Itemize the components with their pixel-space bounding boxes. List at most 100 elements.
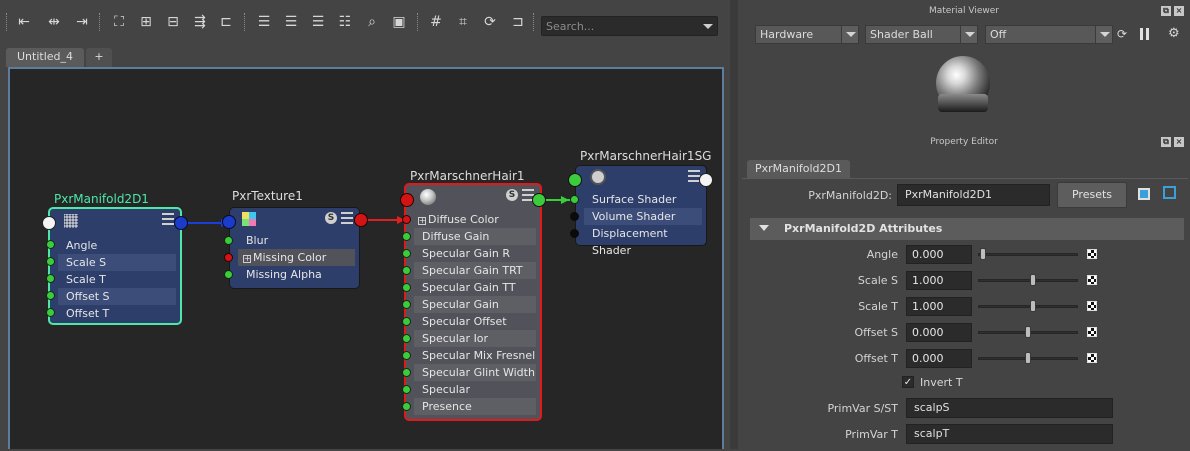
expand-icon[interactable]: + — [243, 255, 251, 263]
attr-diffuse-gain[interactable]: Diffuse Gain — [414, 228, 536, 245]
port-scale-t[interactable] — [46, 274, 55, 283]
port-specular-glint-width[interactable] — [402, 368, 411, 377]
attr-specular-gain-trt[interactable]: Specular Gain TRT — [414, 262, 536, 279]
output-port-texture[interactable] — [354, 213, 368, 227]
presets-button[interactable]: Presets — [1057, 182, 1127, 208]
node-hair[interactable]: S + Diffuse Color Diffuse Gain Specular G… — [404, 183, 542, 421]
primvar-t-field[interactable]: scalpT — [906, 424, 1113, 444]
port-specular-gain-r[interactable] — [402, 249, 411, 258]
scale-s-field[interactable]: 1.000 — [906, 271, 972, 290]
rearrange-graph-icon[interactable]: ⇶ — [190, 12, 210, 32]
attr-specular-mix-fresnel[interactable]: Specular Mix Fresnel — [414, 347, 536, 364]
attr-scale-s[interactable]: Scale S — [58, 254, 176, 271]
port-volume-shader[interactable] — [570, 212, 579, 221]
node-header[interactable] — [50, 209, 180, 231]
scale-t-slider[interactable] — [978, 305, 1078, 308]
node-shading-group[interactable]: Surface Shader Volume Shader Displacemen… — [575, 165, 707, 257]
port-diffuse-color[interactable] — [402, 215, 411, 224]
input-port-sg[interactable] — [568, 173, 582, 187]
port-specular-offset[interactable] — [402, 317, 411, 326]
search-node-icon[interactable]: ⌕ — [362, 12, 382, 32]
close-icon[interactable]: × — [1174, 6, 1184, 16]
geometry-dropdown[interactable]: Shader Ball — [865, 25, 978, 44]
add-selected-icon[interactable]: ⊞ — [136, 12, 156, 32]
tab-untitled-4[interactable]: Untitled_4 — [6, 48, 84, 67]
node-texture[interactable]: S Blur + Missing Color Missing Alpha — [229, 207, 360, 289]
attr-offset-s[interactable]: Offset S — [58, 288, 176, 305]
float-panel-icon[interactable]: ⧉ — [1161, 6, 1171, 16]
chevron-down-icon[interactable] — [841, 26, 858, 43]
attr-specular-offset[interactable]: Specular Offset — [414, 313, 536, 330]
snap-grid-icon[interactable]: ⌗ — [453, 12, 473, 32]
port-specular-ior[interactable] — [402, 334, 411, 343]
attr-angle[interactable]: Angle — [58, 237, 176, 254]
add-tab-button[interactable]: + — [86, 48, 112, 67]
focus-node-icon[interactable] — [1138, 188, 1150, 200]
snapshot-icon[interactable]: ▣ — [389, 12, 409, 32]
refresh-render-icon[interactable]: ⟳ — [1117, 27, 1129, 41]
output-port-hair[interactable] — [532, 193, 546, 207]
expand-icon[interactable]: + — [418, 217, 426, 225]
offset-t-map-button[interactable] — [1087, 353, 1097, 363]
search-input[interactable] — [542, 17, 692, 35]
port-angle[interactable] — [46, 240, 55, 249]
node-name-field[interactable]: PxrManifold2D1 — [897, 184, 1050, 206]
input-port-hair[interactable] — [400, 193, 414, 207]
graph-output-icon[interactable]: ⇥ — [72, 12, 92, 32]
custom-mode-icon[interactable]: ☷ — [335, 12, 355, 32]
close-icon[interactable]: × — [1174, 137, 1184, 147]
attr-offset-t[interactable]: Offset T — [58, 305, 176, 322]
attr-specular-gain-r[interactable]: Specular Gain R — [414, 245, 536, 262]
connected-mode-icon[interactable]: ☰ — [281, 12, 301, 32]
float-panel-icon[interactable]: ⧉ — [1161, 137, 1171, 147]
offset-s-slider-handle[interactable] — [1025, 326, 1031, 338]
port-specular-mix-fresnel[interactable] — [402, 351, 411, 360]
panel-divider[interactable] — [730, 0, 738, 449]
settings-gear-icon[interactable]: ⚙ — [1168, 27, 1182, 41]
graph-input-icon[interactable]: ⇤ — [14, 12, 34, 32]
swatch-toggle-icon[interactable]: S — [325, 212, 337, 224]
environment-dropdown[interactable]: Off — [985, 25, 1113, 44]
node-layout-icon[interactable] — [162, 213, 174, 225]
full-mode-icon[interactable]: ☰ — [308, 12, 328, 32]
pin-icon[interactable]: ⊐ — [508, 12, 528, 32]
port-displacement-shader[interactable] — [570, 229, 579, 238]
material-preview-area[interactable] — [742, 52, 1188, 128]
angle-slider-handle[interactable] — [980, 248, 986, 260]
offset-s-map-button[interactable] — [1087, 327, 1097, 337]
attr-specular-eccentricity[interactable]: Specular Eccentricity — [414, 381, 536, 413]
chevron-down-icon[interactable] — [1095, 26, 1112, 43]
scale-t-slider-handle[interactable] — [1030, 300, 1036, 312]
input-port-manifold[interactable] — [42, 216, 56, 230]
node-header[interactable]: S — [406, 185, 540, 207]
attr-specular-gain-glints[interactable]: Specular Gain GLINTS — [414, 296, 536, 328]
angle-field[interactable]: 0.000 — [906, 245, 972, 264]
swatch-toggle-icon[interactable]: S — [506, 189, 518, 201]
port-specular-gain-glints[interactable] — [402, 300, 411, 309]
tab-pxrmanifold2d1[interactable]: PxrManifold2D1 — [747, 160, 850, 178]
grid-toggle-icon[interactable]: # — [426, 12, 446, 32]
graph-input-output-icon[interactable]: ⇹ — [44, 12, 64, 32]
offset-t-slider-handle[interactable] — [1025, 352, 1031, 364]
scale-t-map-button[interactable] — [1087, 301, 1097, 311]
angle-map-button[interactable] — [1087, 249, 1097, 259]
search-field[interactable] — [541, 16, 718, 36]
node-header[interactable]: S — [230, 208, 359, 230]
port-specular-eccentricity[interactable] — [402, 385, 411, 394]
port-surface-shader[interactable] — [570, 195, 579, 204]
port-missing-color[interactable] — [224, 253, 233, 262]
copy-tab-icon[interactable] — [1163, 186, 1176, 199]
output-port-sg[interactable] — [699, 173, 713, 187]
port-diffuse-gain[interactable] — [402, 232, 411, 241]
attributes-section-header[interactable]: PxrManifold2D Attributes — [750, 218, 1184, 240]
primvar-st-field[interactable]: scalpS — [906, 398, 1113, 418]
attr-presence[interactable]: Presence — [414, 398, 536, 415]
node-header[interactable] — [576, 166, 706, 188]
node-manifold[interactable]: Angle Scale S Scale T Offset S Offset T — [48, 207, 182, 325]
attr-specular-gain-tt[interactable]: Specular Gain TT — [414, 279, 536, 296]
input-port-texture[interactable] — [222, 215, 236, 229]
attr-surface-shader[interactable]: Surface Shader — [584, 191, 702, 208]
port-specular-gain-trt[interactable] — [402, 266, 411, 275]
port-scale-s[interactable] — [46, 257, 55, 266]
chevron-down-icon[interactable] — [703, 24, 713, 29]
